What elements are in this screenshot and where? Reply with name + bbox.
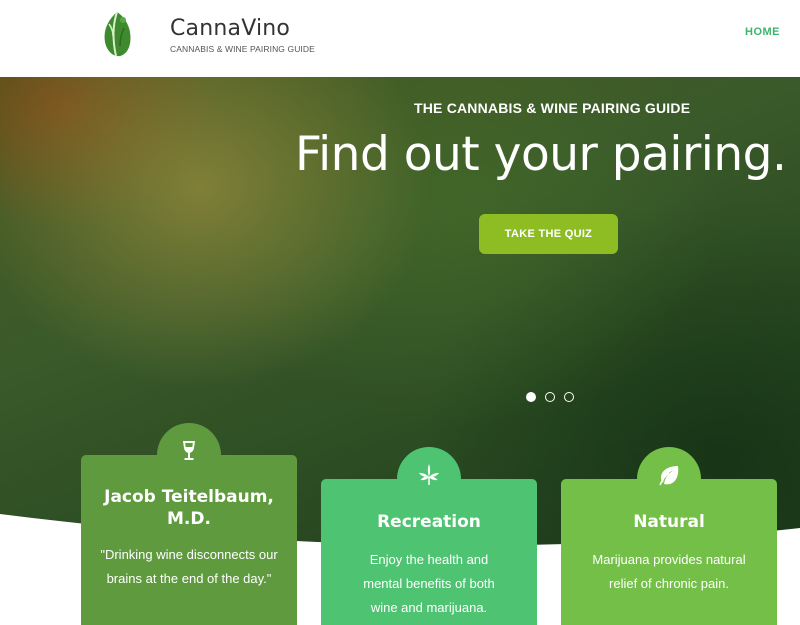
brand-name: CannaVino — [170, 16, 291, 41]
brand-tagline: CANNABIS & WINE PAIRING GUIDE — [170, 44, 315, 54]
feature-card-recreation: Recreation Enjoy the health and mental b… — [321, 447, 537, 625]
card-text: Marijuana provides natural relief of chr… — [592, 552, 746, 591]
take-quiz-button[interactable]: TAKE THE QUIZ — [479, 214, 618, 254]
site-header: CannaVino CANNABIS & WINE PAIRING GUIDE … — [0, 0, 800, 77]
card-icon-badge — [637, 447, 701, 511]
slider-dot-2[interactable] — [545, 392, 555, 402]
card-title: Natural — [633, 512, 705, 532]
leaf-icon — [659, 466, 679, 486]
logo-leaf-icon[interactable] — [100, 10, 134, 58]
slider-dot-1[interactable] — [526, 392, 536, 402]
slider-dots — [526, 392, 574, 402]
feature-card-quote: Jacob Teitelbaum, M.D. "Drinking wine di… — [81, 423, 297, 625]
cannabis-leaf-icon — [419, 464, 439, 485]
feature-card-natural: Natural Marijuana provides natural relie… — [561, 447, 777, 625]
hero-kicker: THE CANNABIS & WINE PAIRING GUIDE — [414, 100, 691, 116]
brand[interactable]: CannaVino CANNABIS & WINE PAIRING GUIDE — [170, 16, 315, 54]
card-text: Enjoy the health and mental benefits of … — [363, 552, 495, 615]
hero-title: Find out your pairing. — [295, 127, 787, 182]
card-icon-badge — [397, 447, 461, 511]
card-title: Jacob Teitelbaum, M.D. — [104, 487, 274, 529]
wine-glass-icon — [183, 441, 195, 460]
nav-home-link[interactable]: HOME — [745, 26, 780, 38]
card-title: Recreation — [377, 512, 481, 532]
slider-dot-3[interactable] — [564, 392, 574, 402]
card-text: "Drinking wine disconnects our brains at… — [100, 547, 278, 586]
card-icon-badge — [157, 423, 221, 487]
